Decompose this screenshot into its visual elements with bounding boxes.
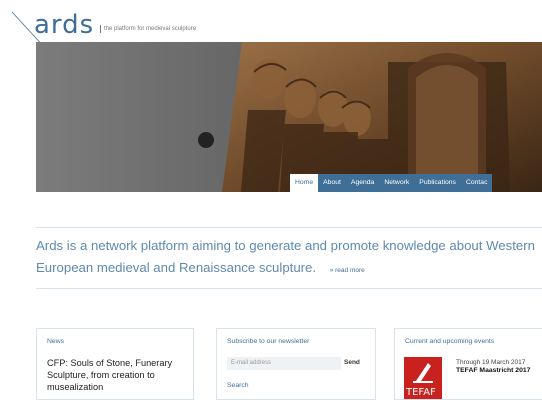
event-date: Through 19 March 2017 [456,359,526,366]
nav-agenda[interactable]: Agenda [346,174,379,192]
site-tagline: the platform for medieval sculpture [99,25,197,33]
event-title[interactable]: TEFAF Maastricht 2017 [456,367,541,375]
carved-sculpture-image [36,42,542,192]
tefaf-mark-icon [413,363,433,383]
nav-network[interactable]: Network [379,174,414,192]
intro-divider-top [36,227,542,228]
newsletter-box: Subscribe to our newsletter E-mail addre… [216,328,376,400]
events-title: Current and upcoming events [405,338,495,345]
send-button[interactable]: Send [344,359,360,366]
main-navigation: Home About Agenda Network Publications C… [290,174,493,192]
nav-publications[interactable]: Publications [414,174,461,192]
nav-contact[interactable]: Contac [461,174,493,192]
events-box: Current and upcoming events TEFAF Throug… [394,328,542,400]
search-label: Search [227,382,249,389]
news-title: News [47,338,64,345]
news-box: News CFP: Souls of Stone, Funerary Sculp… [36,328,194,400]
tefaf-logo[interactable]: TEFAF [404,357,442,399]
site-header: ards the platform for medieval sculpture [0,0,542,50]
nav-about[interactable]: About [318,174,346,192]
site-logo[interactable]: ards [34,10,94,40]
intro-divider-bottom [36,288,542,289]
hero-image [36,42,542,192]
read-more-link[interactable]: » read more [330,267,365,274]
email-placeholder: E-mail address [231,360,272,366]
nav-home[interactable]: Home [290,174,319,192]
news-item[interactable]: CFP: Souls of Stone, Funerary Sculpture,… [47,357,193,393]
newsletter-title: Subscribe to our newsletter [227,338,310,345]
intro-text-block: Ards is a network platform aiming to gen… [36,235,542,282]
intro-text: Ards is a network platform aiming to gen… [36,238,535,275]
tefaf-logo-text: TEFAF [406,387,436,398]
